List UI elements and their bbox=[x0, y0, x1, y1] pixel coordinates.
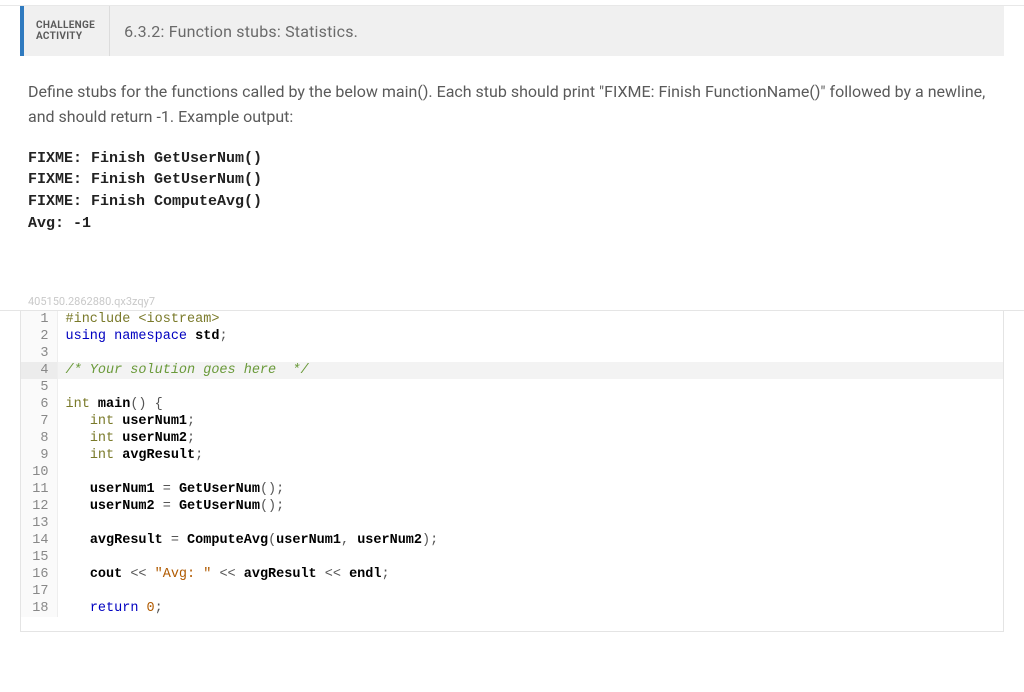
line-content[interactable]: int userNum1; bbox=[57, 413, 1003, 430]
line-content[interactable]: /* Your solution goes here */ bbox=[57, 362, 1003, 379]
line-number: 13 bbox=[21, 515, 57, 532]
line-content[interactable]: using namespace std; bbox=[57, 328, 1003, 345]
code-table: 1#include <iostream>2using namespace std… bbox=[21, 311, 1003, 617]
line-content[interactable]: int userNum2; bbox=[57, 430, 1003, 447]
code-line[interactable]: 18 return 0; bbox=[21, 600, 1003, 617]
challenge-badge: CHALLENGE ACTIVITY bbox=[24, 6, 110, 56]
line-content[interactable] bbox=[57, 345, 1003, 362]
line-content[interactable]: userNum2 = GetUserNum(); bbox=[57, 498, 1003, 515]
page-root: CHALLENGE ACTIVITY 6.3.2: Function stubs… bbox=[0, 0, 1024, 632]
code-line[interactable]: 6int main() { bbox=[21, 396, 1003, 413]
line-number: 7 bbox=[21, 413, 57, 430]
line-content[interactable]: int avgResult; bbox=[57, 447, 1003, 464]
line-content[interactable] bbox=[57, 515, 1003, 532]
example-output: FIXME: Finish GetUserNum() FIXME: Finish… bbox=[0, 130, 1024, 235]
line-number: 3 bbox=[21, 345, 57, 362]
badge-line-2: ACTIVITY bbox=[36, 31, 95, 42]
challenge-header: CHALLENGE ACTIVITY 6.3.2: Function stubs… bbox=[20, 6, 1004, 56]
code-line[interactable]: 13 bbox=[21, 515, 1003, 532]
code-line[interactable]: 12 userNum2 = GetUserNum(); bbox=[21, 498, 1003, 515]
line-number: 1 bbox=[21, 311, 57, 328]
line-number: 4 bbox=[21, 362, 57, 379]
line-content[interactable]: return 0; bbox=[57, 600, 1003, 617]
line-number: 11 bbox=[21, 481, 57, 498]
line-content[interactable]: #include <iostream> bbox=[57, 311, 1003, 328]
badge-line-1: CHALLENGE bbox=[36, 20, 95, 31]
code-line[interactable]: 11 userNum1 = GetUserNum(); bbox=[21, 481, 1003, 498]
code-line[interactable]: 15 bbox=[21, 549, 1003, 566]
line-content[interactable]: int main() { bbox=[57, 396, 1003, 413]
line-content[interactable] bbox=[57, 549, 1003, 566]
code-line[interactable]: 4/* Your solution goes here */ bbox=[21, 362, 1003, 379]
code-line[interactable]: 14 avgResult = ComputeAvg(userNum1, user… bbox=[21, 532, 1003, 549]
code-line[interactable]: 1#include <iostream> bbox=[21, 311, 1003, 328]
line-content[interactable] bbox=[57, 379, 1003, 396]
line-number: 16 bbox=[21, 566, 57, 583]
line-content[interactable]: cout << "Avg: " << avgResult << endl; bbox=[57, 566, 1003, 583]
line-content[interactable]: avgResult = ComputeAvg(userNum1, userNum… bbox=[57, 532, 1003, 549]
code-line[interactable]: 9 int avgResult; bbox=[21, 447, 1003, 464]
code-line[interactable]: 3 bbox=[21, 345, 1003, 362]
line-number: 5 bbox=[21, 379, 57, 396]
code-line[interactable]: 7 int userNum1; bbox=[21, 413, 1003, 430]
code-line[interactable]: 10 bbox=[21, 464, 1003, 481]
line-number: 6 bbox=[21, 396, 57, 413]
code-line[interactable]: 2using namespace std; bbox=[21, 328, 1003, 345]
instructions-text: Define stubs for the functions called by… bbox=[0, 56, 1024, 130]
line-content[interactable] bbox=[57, 583, 1003, 600]
line-number: 2 bbox=[21, 328, 57, 345]
line-number: 18 bbox=[21, 600, 57, 617]
line-number: 14 bbox=[21, 532, 57, 549]
code-line[interactable]: 8 int userNum2; bbox=[21, 430, 1003, 447]
code-line[interactable]: 5 bbox=[21, 379, 1003, 396]
line-number: 10 bbox=[21, 464, 57, 481]
hash-label: 405150.2862880.qx3zqy7 bbox=[0, 235, 1024, 311]
code-editor[interactable]: 1#include <iostream>2using namespace std… bbox=[20, 311, 1004, 632]
line-number: 15 bbox=[21, 549, 57, 566]
code-scroll[interactable]: 1#include <iostream>2using namespace std… bbox=[21, 311, 1003, 631]
code-line[interactable]: 17 bbox=[21, 583, 1003, 600]
line-content[interactable]: userNum1 = GetUserNum(); bbox=[57, 481, 1003, 498]
challenge-title: 6.3.2: Function stubs: Statistics. bbox=[110, 6, 372, 56]
line-number: 9 bbox=[21, 447, 57, 464]
line-number: 12 bbox=[21, 498, 57, 515]
code-line[interactable]: 16 cout << "Avg: " << avgResult << endl; bbox=[21, 566, 1003, 583]
line-content[interactable] bbox=[57, 464, 1003, 481]
line-number: 17 bbox=[21, 583, 57, 600]
line-number: 8 bbox=[21, 430, 57, 447]
